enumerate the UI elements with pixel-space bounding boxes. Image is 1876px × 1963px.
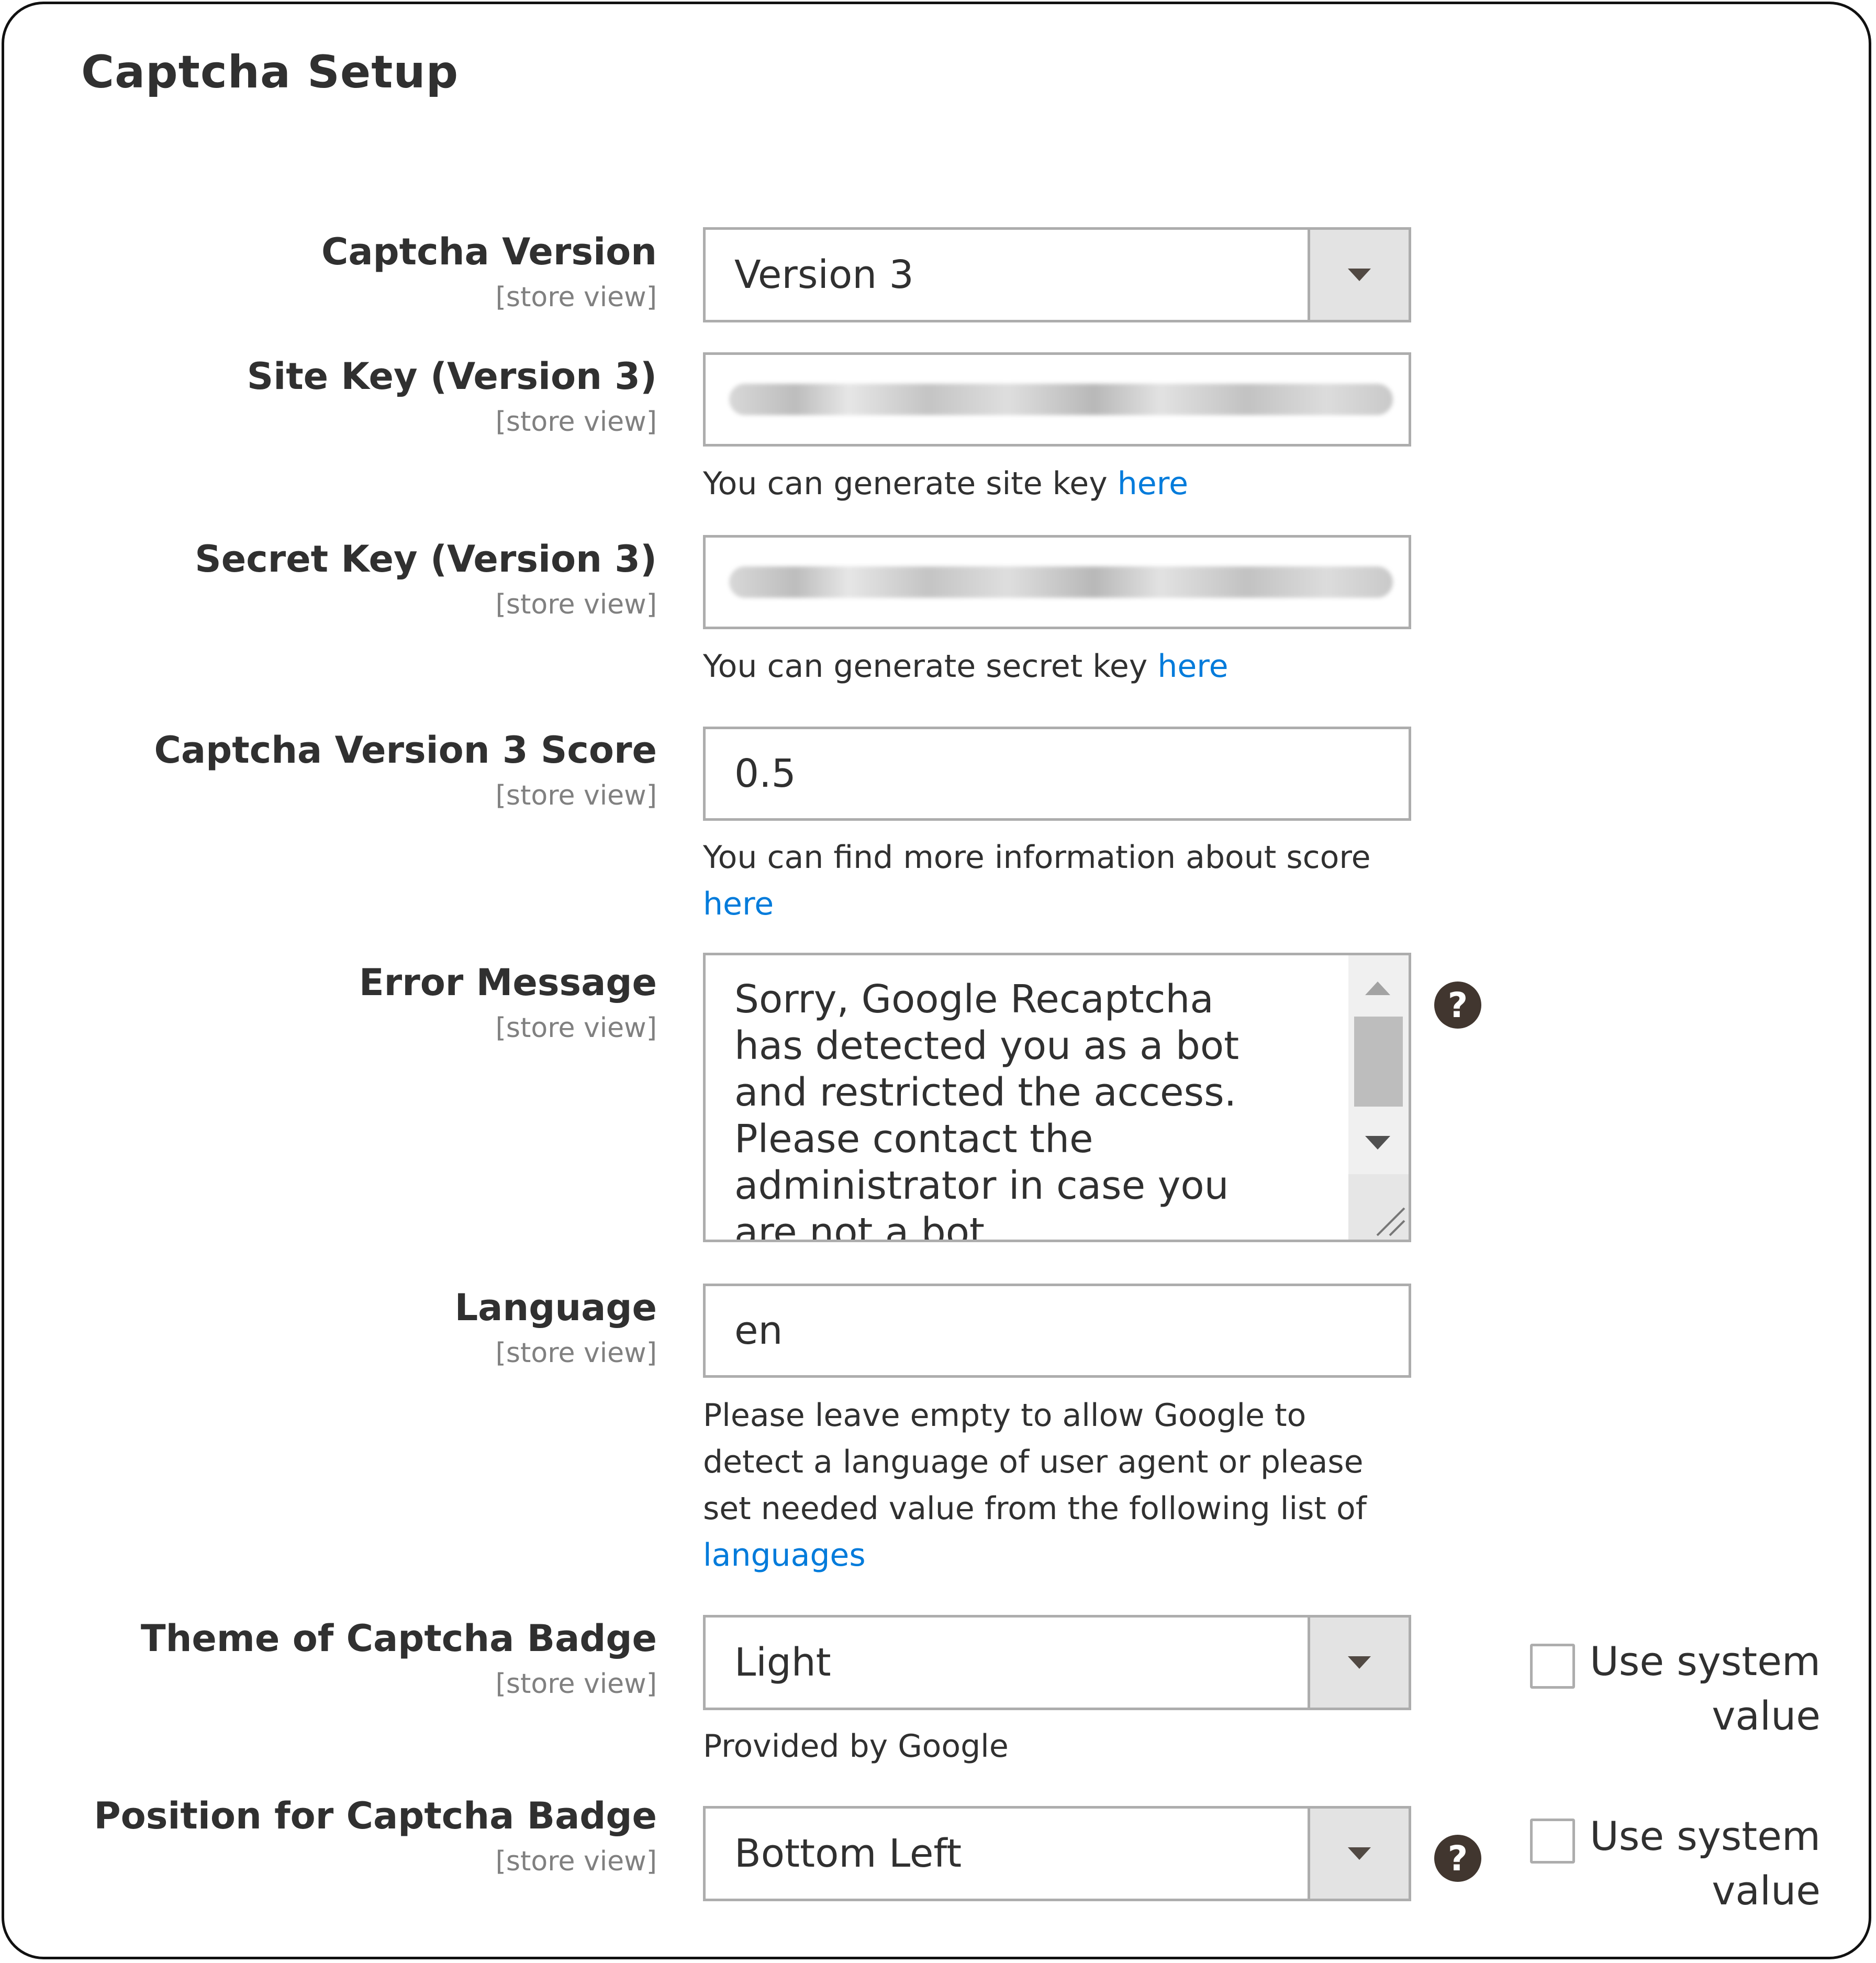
- score-note: You can find more information about scor…: [703, 834, 1425, 928]
- chevron-down-icon: [1348, 1847, 1371, 1860]
- secret-key-note: You can generate secret key here: [703, 643, 1436, 690]
- error-message-scope: [store view]: [495, 1012, 657, 1044]
- chevron-down-icon: [1348, 1656, 1371, 1669]
- language-value: en: [734, 1308, 783, 1353]
- theme-select[interactable]: Light: [703, 1615, 1411, 1710]
- error-message-textarea[interactable]: Sorry, Google Recaptcha has detected you…: [703, 953, 1411, 1242]
- secret-key-here-link[interactable]: here: [1157, 648, 1228, 685]
- secret-key-label: Secret Key (Version 3): [195, 538, 657, 581]
- position-help-icon[interactable]: ?: [1434, 1835, 1481, 1882]
- language-scope: [store view]: [495, 1337, 657, 1369]
- theme-use-system-value-label[interactable]: Use system value: [1548, 1634, 1821, 1743]
- error-message-value: Sorry, Google Recaptcha has detected you…: [734, 977, 1240, 1242]
- site-key-here-link[interactable]: here: [1118, 465, 1188, 502]
- chevron-down-icon: [1348, 269, 1371, 281]
- site-key-scope: [store view]: [495, 406, 657, 438]
- obscured-site-key: [729, 384, 1393, 415]
- scroll-down-arrow-icon[interactable]: [1365, 1136, 1390, 1150]
- error-message-help-icon[interactable]: ?: [1434, 981, 1481, 1029]
- obscured-secret-key: [729, 566, 1393, 598]
- position-select[interactable]: Bottom Left: [703, 1806, 1411, 1901]
- secret-key-input[interactable]: [703, 535, 1411, 629]
- site-key-input[interactable]: [703, 352, 1411, 447]
- captcha-version-label: Captcha Version: [321, 230, 657, 273]
- language-label: Language: [454, 1286, 657, 1329]
- position-dropdown-toggle[interactable]: [1308, 1809, 1409, 1899]
- error-message-label: Error Message: [359, 961, 657, 1004]
- captcha-version-select[interactable]: Version 3: [703, 227, 1411, 322]
- secret-key-scope: [store view]: [495, 589, 657, 620]
- position-value: Bottom Left: [734, 1831, 962, 1876]
- score-scope: [store view]: [495, 780, 657, 811]
- language-note: Please leave empty to allow Google to de…: [703, 1392, 1399, 1579]
- theme-value: Light: [734, 1640, 831, 1685]
- score-note-text: You can find more information about scor…: [703, 839, 1371, 876]
- position-use-system-value-label[interactable]: Use system value: [1548, 1809, 1821, 1918]
- theme-scope: [store view]: [495, 1668, 657, 1700]
- score-label: Captcha Version 3 Score: [154, 729, 657, 772]
- scroll-up-arrow-icon[interactable]: [1365, 981, 1390, 995]
- captcha-version-scope: [store view]: [495, 282, 657, 313]
- site-key-note-text: You can generate site key: [703, 465, 1118, 502]
- theme-label: Theme of Captcha Badge: [140, 1617, 657, 1660]
- section-title: Captcha Setup: [81, 46, 459, 98]
- languages-link[interactable]: languages: [703, 1537, 866, 1574]
- textarea-scrollbar[interactable]: [1348, 955, 1409, 1174]
- textarea-resize-handle[interactable]: [1348, 1174, 1409, 1240]
- position-scope: [store view]: [495, 1846, 657, 1877]
- score-value: 0.5: [734, 751, 796, 796]
- resize-grip-icon: [1376, 1207, 1405, 1236]
- position-label: Position for Captcha Badge: [94, 1794, 657, 1837]
- site-key-label: Site Key (Version 3): [247, 355, 657, 398]
- site-key-note: You can generate site key here: [703, 461, 1436, 507]
- score-input[interactable]: 0.5: [703, 727, 1411, 821]
- captcha-version-value: Version 3: [734, 252, 914, 297]
- theme-note: Provided by Google: [703, 1728, 1009, 1765]
- score-here-link[interactable]: here: [703, 886, 774, 922]
- scroll-thumb[interactable]: [1354, 1017, 1403, 1107]
- language-input[interactable]: en: [703, 1284, 1411, 1378]
- language-note-text: Please leave empty to allow Google to de…: [703, 1397, 1367, 1527]
- theme-dropdown-toggle[interactable]: [1308, 1618, 1409, 1708]
- secret-key-note-text: You can generate secret key: [703, 648, 1158, 685]
- captcha-version-dropdown-toggle[interactable]: [1308, 230, 1409, 320]
